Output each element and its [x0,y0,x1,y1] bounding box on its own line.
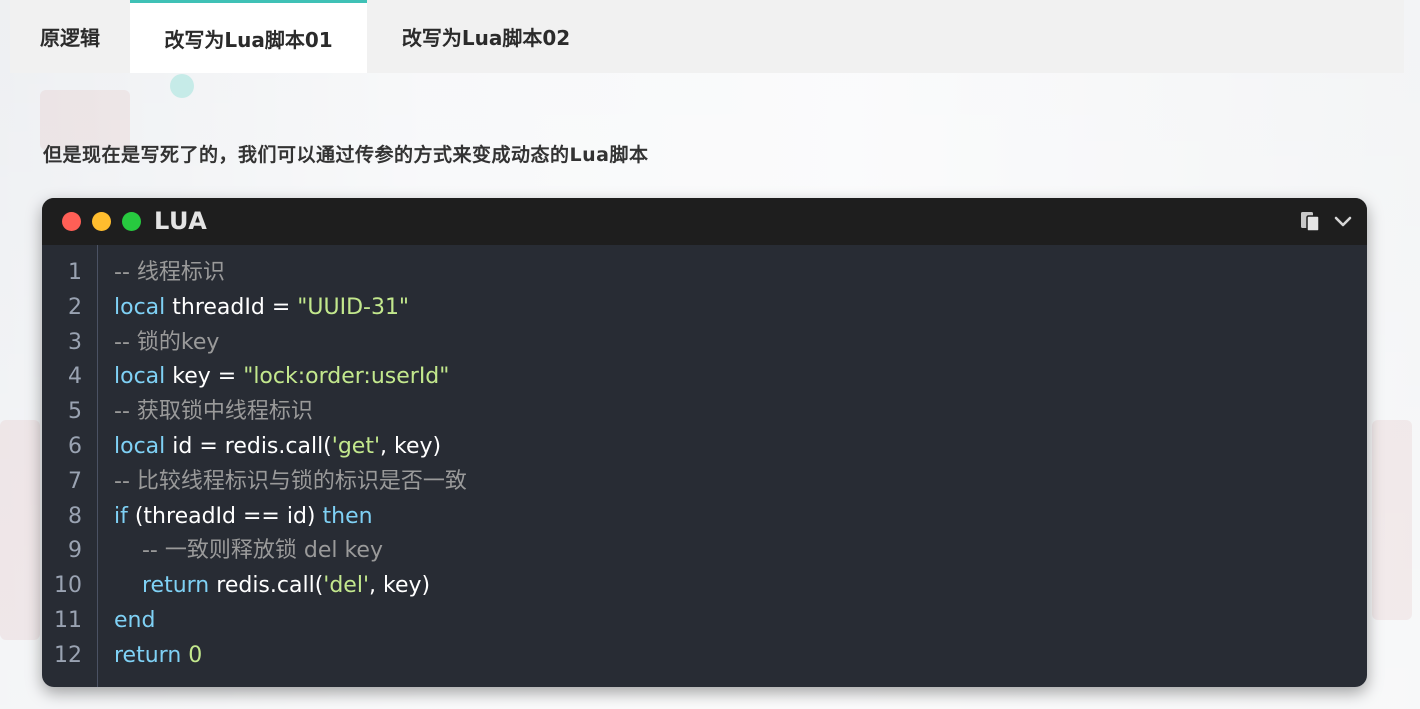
tab-label: 原逻辑 [40,26,100,50]
code-line: -- 锁的key [114,326,1357,361]
tab-label: 改写为Lua脚本02 [401,26,571,50]
code-line: -- 线程标识 [114,256,1357,291]
code-block-header: LUA [42,198,1367,245]
chevron-down-icon[interactable] [1332,210,1354,232]
code-token-str: 'del' [323,573,369,599]
code-line: return 0 [114,639,1357,674]
code-token-plain: , key) [369,573,431,599]
tab-original-logic[interactable]: 原逻辑 [10,0,130,73]
line-number: 9 [68,538,82,564]
code-token-comment: -- 获取锁中线程标识 [114,399,313,425]
window-close-dot-icon [62,212,81,231]
tab-label: 改写为Lua脚本01 [164,27,333,52]
code-token-kw: local [114,433,166,459]
line-number: 11 [54,607,82,633]
window-minimize-dot-icon [92,212,111,231]
line-number: 1 [68,260,82,285]
code-token-kw: if [114,503,128,529]
code-token-kw: return [114,642,182,668]
tab-lua-script-01[interactable]: 改写为Lua脚本01 [130,0,367,73]
code-token-str: 'get' [331,433,381,459]
line-number: 10 [54,573,82,599]
window-maximize-dot-icon [122,212,141,231]
code-token-plain: (threadId == id) [127,503,323,529]
code-line: local key = "lock:order:userId" [114,360,1357,395]
code-line: local threadId = "UUID-31" [114,291,1357,326]
active-tab-indicator [170,74,194,98]
description-text: 但是现在是写死了的，我们可以通过传参的方式来变成动态的Lua脚本 [43,144,649,166]
code-token-kw: local [114,364,166,390]
line-number: 2 [68,294,82,320]
code-token-plain: redis.call( [209,573,324,599]
code-line: local id = redis.call('get', key) [114,430,1357,465]
code-token-str: "lock:order:userId" [243,364,450,390]
copy-icon[interactable] [1298,209,1322,233]
code-token-kw: then [322,503,373,529]
code-line: return redis.call('del', key) [114,569,1357,604]
line-number: 6 [68,433,82,459]
code-token-kw: local [114,294,166,320]
code-token-comment: -- 一致则释放锁 del key [141,538,383,564]
code-block: LUA 1 2 3 4 5 6 7 8 9 10 11 12 -- 线程标识 local threadI… [42,198,1367,687]
code-token-comment: -- 锁的key [114,329,220,355]
tab-bar: 原逻辑 改写为Lua脚本01 改写为Lua脚本02 [10,0,1404,73]
code-token-num: 0 [188,642,203,668]
code-lines: -- 线程标识 local threadId = "UUID-31" -- 锁的ke… [114,256,1357,674]
code-token-kw: end [114,607,156,633]
tab-lua-script-02[interactable]: 改写为Lua脚本02 [367,0,605,73]
code-token-plain: , key) [380,433,442,459]
code-line: -- 一致则释放锁 del key [114,534,1357,569]
code-line: -- 获取锁中线程标识 [114,395,1357,430]
code-line: -- 比较线程标识与锁的标识是否一致 [114,465,1357,500]
line-number: 7 [68,468,82,494]
line-number: 12 [54,642,82,668]
code-line: end [114,604,1357,639]
code-body: 1 2 3 4 5 6 7 8 9 10 11 12 -- 线程标识 local threadId = … [42,245,1367,687]
code-line: if (threadId == id) then [114,500,1357,535]
code-token-plain: key = [165,364,244,390]
line-number-gutter: 1 2 3 4 5 6 7 8 9 10 11 12 [42,245,98,687]
line-number: 3 [68,329,82,355]
code-token-plain: threadId = [165,294,298,320]
line-number: 8 [68,503,82,529]
code-language-label: LUA [154,207,208,235]
code-token-plain: id = redis.call( [165,433,332,459]
code-token-kw: return [141,573,210,599]
line-number: 4 [68,364,82,390]
code-token-comment: -- 比较线程标识与锁的标识是否一致 [114,468,467,494]
line-number: 5 [68,399,82,425]
code-token-str: "UUID-31" [297,294,410,320]
code-token-comment: -- 线程标识 [114,260,225,285]
